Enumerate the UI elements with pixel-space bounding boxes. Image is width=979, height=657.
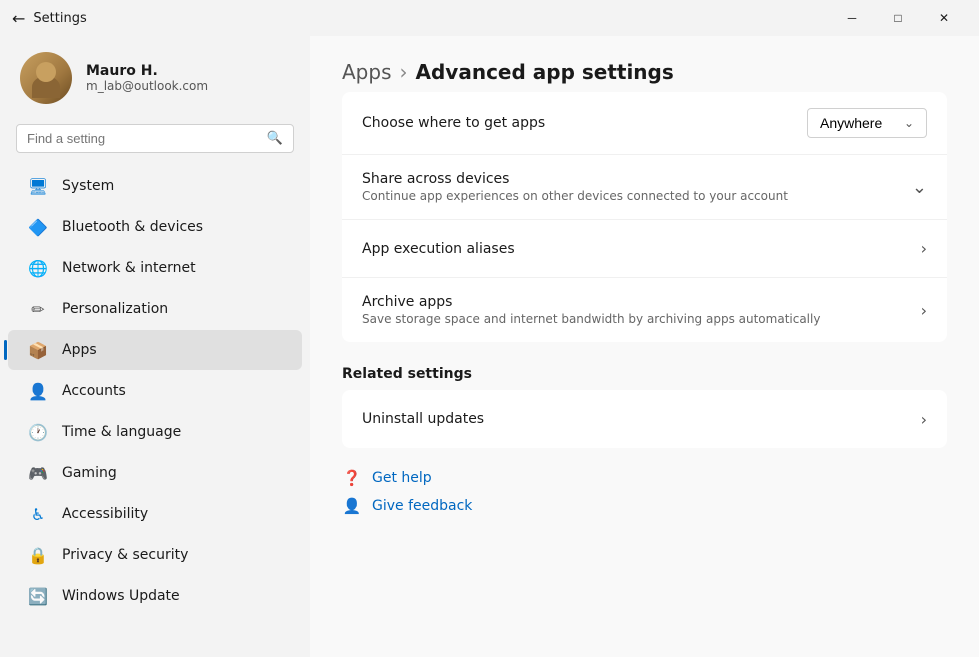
breadcrumb-parent[interactable]: Apps xyxy=(342,60,392,84)
sidebar-item-personalization[interactable]: ✏ Personalization xyxy=(8,289,302,329)
window-controls: ─ □ ✕ xyxy=(829,2,967,34)
app-title: Settings xyxy=(33,11,86,26)
sidebar-item-label: Windows Update xyxy=(62,588,180,604)
setting-label-group: Choose where to get apps xyxy=(362,115,807,131)
sidebar-item-network[interactable]: 🌐 Network & internet xyxy=(8,248,302,288)
sidebar-item-label: Accounts xyxy=(62,383,126,399)
personalization-icon: ✏ xyxy=(28,299,48,319)
sidebar-item-apps[interactable]: 📦 Apps xyxy=(8,330,302,370)
give-feedback-link[interactable]: 👤 Give feedback xyxy=(342,496,947,516)
sidebar-item-label: Accessibility xyxy=(62,506,148,522)
chevron-down-icon: ⌄ xyxy=(904,116,914,130)
sidebar-item-bluetooth[interactable]: 🔷 Bluetooth & devices xyxy=(8,207,302,247)
accessibility-icon: ♿ xyxy=(28,504,48,524)
get-help-link[interactable]: ❓ Get help xyxy=(342,468,947,488)
related-settings-title: Related settings xyxy=(342,366,947,382)
sidebar-item-label: Apps xyxy=(62,342,97,358)
sidebar-item-label: Time & language xyxy=(62,424,181,440)
setting-label: Share across devices xyxy=(362,171,912,187)
sidebar-item-accounts[interactable]: 👤 Accounts xyxy=(8,371,302,411)
arrow-right-icon: › xyxy=(921,410,927,429)
sidebar-item-label: Network & internet xyxy=(62,260,196,276)
setting-control: Anywhere ⌄ xyxy=(807,108,927,138)
titlebar: ← Settings ─ □ ✕ xyxy=(0,0,979,36)
setting-label-group: Share across devices Continue app experi… xyxy=(362,171,912,203)
setting-row-uninstall-updates[interactable]: Uninstall updates › xyxy=(342,390,947,448)
time-icon: 🕐 xyxy=(28,422,48,442)
user-email: m_lab@outlook.com xyxy=(86,79,294,93)
sidebar-item-update[interactable]: 🔄 Windows Update xyxy=(8,576,302,616)
arrow-right-icon: › xyxy=(921,301,927,320)
setting-label-group: Uninstall updates xyxy=(362,411,921,427)
breadcrumb-current: Advanced app settings xyxy=(416,60,674,84)
sidebar-item-label: Bluetooth & devices xyxy=(62,219,203,235)
sidebar-item-label: Personalization xyxy=(62,301,168,317)
setting-control: › xyxy=(921,239,927,258)
sidebar-item-accessibility[interactable]: ♿ Accessibility xyxy=(8,494,302,534)
setting-label: Choose where to get apps xyxy=(362,115,807,131)
setting-label-group: App execution aliases xyxy=(362,241,921,257)
search-box[interactable]: 🔍 xyxy=(16,124,294,153)
user-info: Mauro H. m_lab@outlook.com xyxy=(86,63,294,93)
setting-label-group: Archive apps Save storage space and inte… xyxy=(362,294,921,326)
setting-row-share-devices[interactable]: Share across devices Continue app experi… xyxy=(342,155,947,220)
sidebar-item-gaming[interactable]: 🎮 Gaming xyxy=(8,453,302,493)
privacy-icon: 🔒 xyxy=(28,545,48,565)
setting-desc: Continue app experiences on other device… xyxy=(362,189,912,203)
content-area: Apps › Advanced app settings Choose wher… xyxy=(310,36,979,657)
get-help-label: Get help xyxy=(372,470,432,486)
sidebar-item-label: Privacy & security xyxy=(62,547,188,563)
sidebar-item-label: Gaming xyxy=(62,465,117,481)
user-name: Mauro H. xyxy=(86,63,294,79)
related-settings-card: Uninstall updates › xyxy=(342,390,947,448)
setting-row-app-execution[interactable]: App execution aliases › xyxy=(342,220,947,278)
feedback-icon: 👤 xyxy=(342,496,362,516)
sidebar-nav: 🖥 System 🔷 Bluetooth & devices 🌐 Network… xyxy=(0,165,310,617)
sidebar-item-privacy[interactable]: 🔒 Privacy & security xyxy=(8,535,302,575)
sidebar-item-system[interactable]: 🖥 System xyxy=(8,166,302,206)
breadcrumb: Apps › Advanced app settings xyxy=(342,60,947,84)
bluetooth-icon: 🔷 xyxy=(28,217,48,237)
main-settings-card: Choose where to get apps Anywhere ⌄ Shar… xyxy=(342,92,947,342)
give-feedback-label: Give feedback xyxy=(372,498,472,514)
setting-control: › xyxy=(921,410,927,429)
help-links: ❓ Get help 👤 Give feedback xyxy=(342,468,947,516)
arrow-right-icon: › xyxy=(921,239,927,258)
setting-label: Archive apps xyxy=(362,294,921,310)
apps-icon: 📦 xyxy=(28,340,48,360)
minimize-button[interactable]: ─ xyxy=(829,2,875,34)
search-icon: 🔍 xyxy=(267,131,283,146)
dropdown-value: Anywhere xyxy=(820,115,882,131)
network-icon: 🌐 xyxy=(28,258,48,278)
maximize-button[interactable]: □ xyxy=(875,2,921,34)
sidebar-item-time[interactable]: 🕐 Time & language xyxy=(8,412,302,452)
back-icon[interactable]: ← xyxy=(12,9,25,28)
setting-row-get-apps[interactable]: Choose where to get apps Anywhere ⌄ xyxy=(342,92,947,155)
setting-row-archive-apps[interactable]: Archive apps Save storage space and inte… xyxy=(342,278,947,342)
setting-control: › xyxy=(921,301,927,320)
expand-icon: ⌄ xyxy=(912,177,927,198)
sidebar: Mauro H. m_lab@outlook.com 🔍 🖥 System 🔷 … xyxy=(0,36,310,657)
help-icon: ❓ xyxy=(342,468,362,488)
avatar xyxy=(20,52,72,104)
search-input[interactable] xyxy=(27,131,259,146)
setting-label: Uninstall updates xyxy=(362,411,921,427)
sidebar-item-label: System xyxy=(62,178,114,194)
user-panel[interactable]: Mauro H. m_lab@outlook.com xyxy=(0,36,310,120)
accounts-icon: 👤 xyxy=(28,381,48,401)
breadcrumb-separator: › xyxy=(400,60,408,84)
anywhere-dropdown[interactable]: Anywhere ⌄ xyxy=(807,108,927,138)
update-icon: 🔄 xyxy=(28,586,48,606)
setting-control: ⌄ xyxy=(912,177,927,198)
gaming-icon: 🎮 xyxy=(28,463,48,483)
setting-desc: Save storage space and internet bandwidt… xyxy=(362,312,921,326)
setting-label: App execution aliases xyxy=(362,241,921,257)
close-button[interactable]: ✕ xyxy=(921,2,967,34)
system-icon: 🖥 xyxy=(28,176,48,196)
